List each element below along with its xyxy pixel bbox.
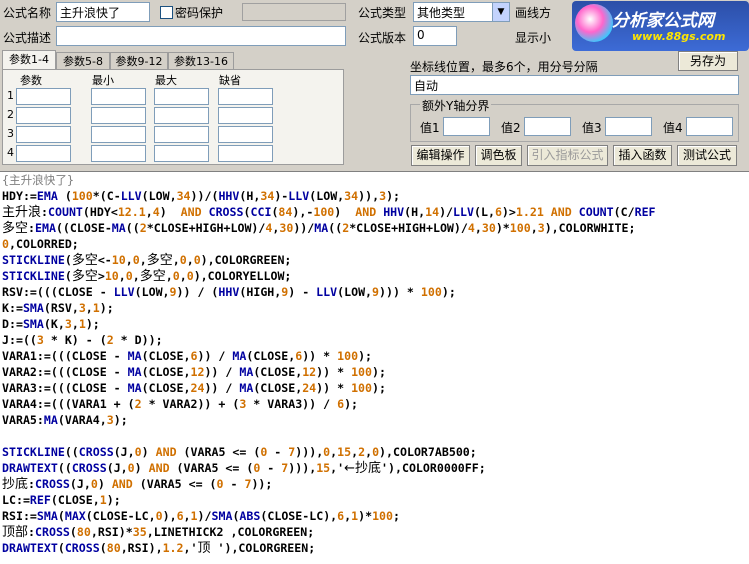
code-line: D:=SMA(K,3,1); [2,317,100,331]
axis-position-label: 坐标线位置，最多6个，用分号分隔 [410,60,598,74]
save-as-button[interactable]: 另存为 [678,51,738,71]
code-line: STICKLINE((CROSS(J,0) AND (VARA5 <= (0 -… [2,445,477,459]
code-line: STICKLINE(多空>10,0,多空,0,0),COLORYELLOW; [2,269,292,284]
value3-label: 值3 [582,121,602,135]
code-line: RSV:=(((CLOSE - LLV(LOW,9)) / (HHV(HIGH,… [2,285,456,299]
value2-label: 值2 [501,121,521,135]
tab-params-1-4[interactable]: 参数1-4 [2,50,56,69]
code-line: K:=SMA(RSV,3,1); [2,301,114,315]
param-row-label: 3 [7,127,14,140]
tab-params-13-16[interactable]: 参数13-16 [168,52,234,69]
param2-name-input[interactable] [16,107,71,124]
params-panel: 参数 最小 最大 缺省 1 2 3 4 [2,69,344,165]
import-formula-button[interactable]: 引入指标公式 [527,145,608,166]
code-line: 多空:EMA((CLOSE-MA((2*CLOSE+HIGH+LOW)/4,30… [2,221,636,236]
decimal-label: 显示小 [515,31,552,45]
code-line: HDY:=EMA (100*(C-LLV(LOW,34))/(HHV(H,34)… [2,189,401,203]
param-header-min: 最小 [92,74,114,87]
formula-version-input[interactable]: 0 [413,26,457,46]
param1-max-input[interactable] [154,88,209,105]
tab-params-9-12[interactable]: 参数9-12 [110,52,168,69]
param4-max-input[interactable] [154,145,209,162]
chevron-down-icon[interactable]: ▼ [492,3,509,21]
code-line: 抄底:CROSS(J,0) AND (VARA5 <= (0 - 7)); [2,477,273,492]
param-row-label: 4 [7,146,14,159]
logo-banner: 分析家公式网 www.88gs.com [572,1,749,51]
logo-title: 分析家公式网 [612,11,714,31]
formula-type-label: 公式类型 [358,6,407,20]
formula-desc-input[interactable] [56,26,346,46]
test-formula-button[interactable]: 测试公式 [677,145,737,166]
logo-url: www.88gs.com [632,30,726,43]
logo-icon [575,4,613,42]
password-label: 密码保护 [175,6,224,20]
value1-label: 值1 [420,121,440,135]
value3-input[interactable] [605,117,652,136]
param-header-name: 参数 [20,74,42,87]
param4-min-input[interactable] [91,145,146,162]
axis-position-input[interactable]: 自动 [410,75,739,95]
param1-min-input[interactable] [91,88,146,105]
param-header-max: 最大 [155,74,177,87]
formula-name-label: 公式名称 [3,6,52,20]
param2-max-input[interactable] [154,107,209,124]
password-checkbox[interactable] [160,6,173,19]
param4-name-input[interactable] [16,145,71,162]
code-line: J:=((3 * K) - (2 * D)); [2,333,163,347]
param3-name-input[interactable] [16,126,71,143]
password-input[interactable] [242,3,346,21]
code-line: 主升浪:COUNT(HDY<12.1,4) AND CROSS(CCI(84),… [2,205,656,220]
draw-method-label: 画线方 [515,6,552,20]
param3-min-input[interactable] [91,126,146,143]
value4-label: 值4 [663,121,683,135]
formula-name-input[interactable]: 主升浪快了 [56,2,150,22]
code-line: {主升浪快了} [2,173,74,187]
code-line: VARA2:=(((CLOSE - MA(CLOSE,12)) / MA(CLO… [2,365,386,379]
param2-min-input[interactable] [91,107,146,124]
code-line: 顶部:CROSS(80,RSI)*35,LINETHICK2 ,COLORGRE… [2,525,315,540]
value2-input[interactable] [524,117,571,136]
formula-type-value: 其他类型 [417,6,466,20]
code-line: VARA4:=(((VARA1 + (2 * VARA2)) + (3 * VA… [2,397,359,411]
edit-operation-button[interactable]: 编辑操作 [411,145,470,166]
palette-button[interactable]: 调色板 [475,145,522,166]
param-header-default: 缺省 [219,74,241,87]
insert-function-button[interactable]: 插入函数 [613,145,672,166]
formula-desc-label: 公式描述 [3,31,52,45]
code-line: STICKLINE(多空<-10,0,多空,0,0),COLORGREEN; [2,253,292,268]
param1-name-input[interactable] [16,88,71,105]
param-row-label: 1 [7,89,14,102]
param1-default-input[interactable] [218,88,273,105]
value4-input[interactable] [686,117,733,136]
param-row-label: 2 [7,108,14,121]
extra-y-axis-label: 额外Y轴分界 [420,97,492,114]
code-line: LC:=REF(CLOSE,1); [2,493,121,507]
formula-type-select[interactable]: 其他类型 ▼ [413,2,510,22]
code-line: VARA3:=(((CLOSE - MA(CLOSE,24)) / MA(CLO… [2,381,386,395]
code-line: VARA1:=(((CLOSE - MA(CLOSE,6)) / MA(CLOS… [2,349,373,363]
param3-max-input[interactable] [154,126,209,143]
code-line: RSI:=SMA(MAX(CLOSE-LC,0),6,1)/SMA(ABS(CL… [2,509,401,523]
value1-input[interactable] [443,117,490,136]
tab-params-5-8[interactable]: 参数5-8 [56,52,110,69]
param4-default-input[interactable] [218,145,273,162]
code-editor[interactable]: {主升浪快了} HDY:=EMA (100*(C-LLV(LOW,34))/(H… [0,171,749,564]
code-line: VARA5:MA(VARA4,3); [2,413,128,427]
param2-default-input[interactable] [218,107,273,124]
param3-default-input[interactable] [218,126,273,143]
code-line: DRAWTEXT((CROSS(J,0) AND (VARA5 <= (0 - … [2,461,486,476]
formula-version-label: 公式版本 [358,31,407,45]
code-line: DRAWTEXT(CROSS(80,RSI),1.2,'顶 '),COLORGR… [2,541,316,556]
code-line: 0,COLORRED; [2,237,79,251]
